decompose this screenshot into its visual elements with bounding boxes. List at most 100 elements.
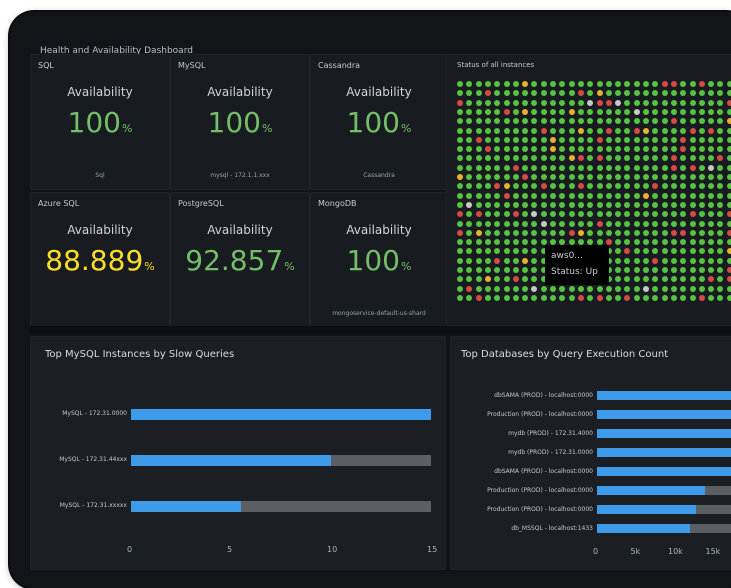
instance-status-dot[interactable] xyxy=(624,155,631,162)
instance-status-dot[interactable] xyxy=(484,99,491,106)
stat-panel-azure-sql[interactable]: Azure SQL Availability 88.889% xyxy=(30,192,170,328)
instance-status-dot[interactable] xyxy=(624,229,631,236)
instance-status-dot[interactable] xyxy=(615,285,622,292)
instance-status-dot[interactable] xyxy=(466,183,473,190)
instance-status-dot[interactable] xyxy=(708,220,715,227)
instance-status-dot[interactable] xyxy=(568,201,575,208)
instance-status-dot[interactable] xyxy=(568,174,575,180)
instance-status-dot[interactable] xyxy=(633,155,640,162)
instance-status-dot[interactable] xyxy=(596,127,603,134)
instance-status-dot[interactable] xyxy=(680,108,687,115)
instance-status-dot[interactable] xyxy=(531,239,538,246)
instance-status-dot[interactable] xyxy=(624,267,631,273)
instance-status-dot[interactable] xyxy=(708,267,715,273)
instance-status-dot[interactable] xyxy=(698,211,705,218)
instance-status-dot[interactable] xyxy=(577,174,584,180)
instance-status-dot[interactable] xyxy=(503,229,510,236)
instance-status-dot[interactable] xyxy=(587,146,594,153)
instance-status-dot[interactable] xyxy=(466,155,473,162)
instance-status-dot[interactable] xyxy=(466,118,473,125)
instance-status-dot[interactable] xyxy=(522,257,529,264)
instance-status-dot[interactable] xyxy=(652,276,659,283)
instance-status-dot[interactable] xyxy=(605,229,612,236)
instance-status-dot[interactable] xyxy=(559,81,566,87)
bar[interactable] xyxy=(597,391,731,400)
instance-status-dot[interactable] xyxy=(503,248,510,255)
instance-status-dot[interactable] xyxy=(503,211,510,218)
instance-status-dot[interactable] xyxy=(624,136,631,143)
instance-status-dot[interactable] xyxy=(652,248,659,255)
instance-status-dot[interactable] xyxy=(726,192,731,199)
instance-status-dot[interactable] xyxy=(717,201,724,208)
instance-status-dot[interactable] xyxy=(652,90,659,97)
instance-status-dot[interactable] xyxy=(661,183,668,190)
instance-status-dot[interactable] xyxy=(624,211,631,218)
instance-status-dot[interactable] xyxy=(475,220,482,227)
instance-status-dot[interactable] xyxy=(550,294,556,301)
instance-status-dot[interactable] xyxy=(503,183,510,190)
instance-status-dot[interactable] xyxy=(484,192,491,199)
instance-status-dot[interactable] xyxy=(661,118,668,125)
instance-status-dot[interactable] xyxy=(587,174,594,180)
instance-status-dot[interactable] xyxy=(512,229,519,236)
instance-status-dot[interactable] xyxy=(475,108,482,115)
instance-status-dot[interactable] xyxy=(670,192,677,199)
instance-status-dot[interactable] xyxy=(652,81,659,87)
instance-status-dot[interactable] xyxy=(484,276,491,283)
instance-status-dot[interactable] xyxy=(587,211,594,218)
instance-status-dot[interactable] xyxy=(484,220,491,227)
instance-status-dot[interactable] xyxy=(643,90,649,97)
instance-status-dot[interactable] xyxy=(531,220,538,227)
instance-status-dot[interactable] xyxy=(615,257,622,264)
instance-status-dot[interactable] xyxy=(522,267,529,273)
instance-status-dot[interactable] xyxy=(615,183,622,190)
instance-status-dot[interactable] xyxy=(457,239,463,246)
instance-status-dot[interactable] xyxy=(680,201,687,208)
instance-status-dot[interactable] xyxy=(670,220,677,227)
instance-status-dot[interactable] xyxy=(503,220,510,227)
instance-status-dot[interactable] xyxy=(577,99,584,106)
instance-status-dot[interactable] xyxy=(475,127,482,134)
instance-status-dot[interactable] xyxy=(698,118,705,125)
instance-status-dot[interactable] xyxy=(559,294,566,301)
instance-status-dot[interactable] xyxy=(559,174,566,180)
instance-status-dot[interactable] xyxy=(652,155,659,162)
instance-status-dot[interactable] xyxy=(550,155,556,162)
instance-status-dot[interactable] xyxy=(503,90,510,97)
instance-status-dot[interactable] xyxy=(484,164,491,171)
instance-status-dot[interactable] xyxy=(540,81,547,87)
instance-status-dot[interactable] xyxy=(559,99,566,106)
stat-panel-mysql[interactable]: MySQL Availability 100% mysql - 172.1.1.… xyxy=(170,54,310,190)
instance-status-dot[interactable] xyxy=(661,294,668,301)
instance-status-dot[interactable] xyxy=(531,276,538,283)
instance-status-dot[interactable] xyxy=(587,285,594,292)
instance-status-dot[interactable] xyxy=(512,294,519,301)
instance-status-dot[interactable] xyxy=(531,90,538,97)
instance-status-dot[interactable] xyxy=(466,90,473,97)
instance-status-dot[interactable] xyxy=(457,127,463,134)
instance-status-dot[interactable] xyxy=(503,99,510,106)
instance-status-dot[interactable] xyxy=(652,99,659,106)
instance-status-dot[interactable] xyxy=(670,90,677,97)
instance-status-dot[interactable] xyxy=(643,183,649,190)
instance-status-dot[interactable] xyxy=(726,239,731,246)
instance-status-dot[interactable] xyxy=(633,239,640,246)
instance-status-dot[interactable] xyxy=(633,229,640,236)
instance-status-dot[interactable] xyxy=(587,201,594,208)
instance-status-dot[interactable] xyxy=(522,276,529,283)
instance-status-dot[interactable] xyxy=(484,285,491,292)
instance-status-dot[interactable] xyxy=(717,239,724,246)
instance-status-dot[interactable] xyxy=(596,220,603,227)
instance-status-dot[interactable] xyxy=(680,164,687,171)
instance-status-dot[interactable] xyxy=(689,294,696,301)
instance-status-dot[interactable] xyxy=(698,192,705,199)
instance-status-dot[interactable] xyxy=(670,81,677,87)
instance-status-dot[interactable] xyxy=(643,276,649,283)
instance-status-dot[interactable] xyxy=(540,99,547,106)
instance-status-dot[interactable] xyxy=(466,229,473,236)
instance-status-dot[interactable] xyxy=(512,192,519,199)
instance-status-dot[interactable] xyxy=(568,99,575,106)
instance-status-dot[interactable] xyxy=(457,136,463,143)
instance-status-dot[interactable] xyxy=(652,127,659,134)
instance-status-dot[interactable] xyxy=(522,248,529,255)
